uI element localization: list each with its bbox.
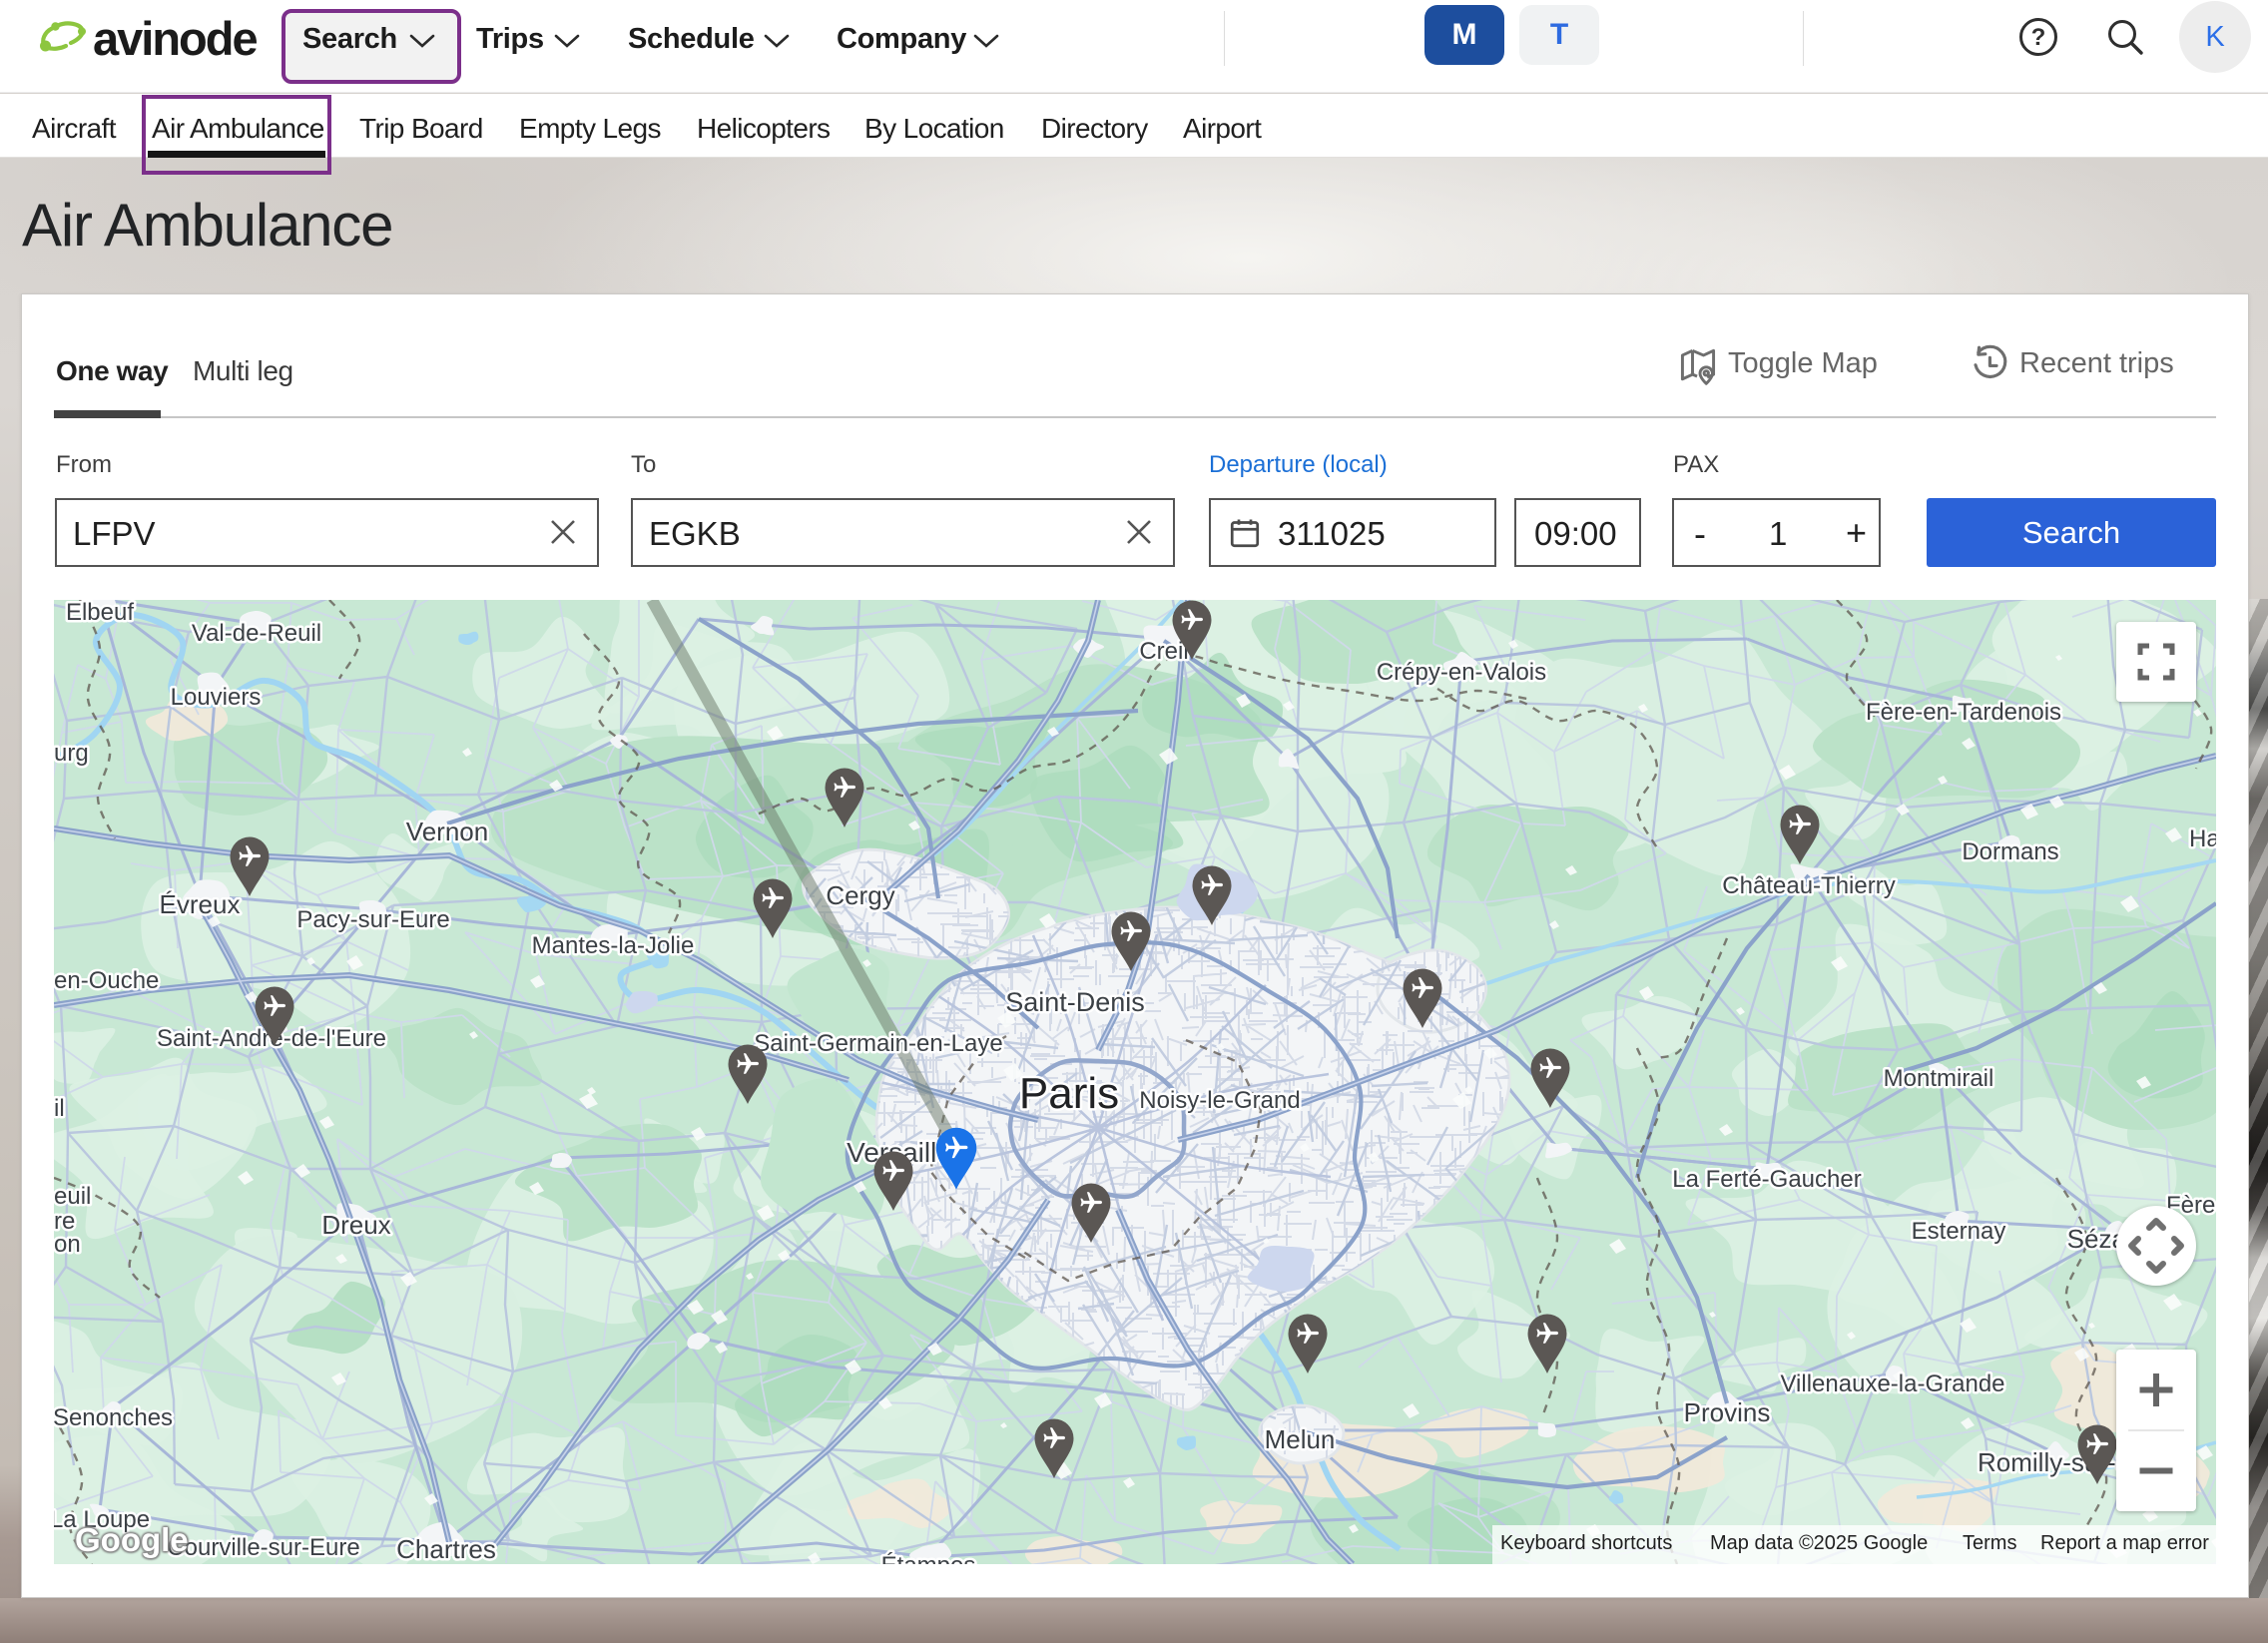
svg-text:Melun: Melun [1265, 1424, 1336, 1454]
svg-text:Dreux: Dreux [321, 1210, 390, 1240]
svg-text:on: on [54, 1231, 81, 1258]
svg-text:Fère-en-Tardenois: Fère-en-Tardenois [1866, 699, 2061, 726]
svg-text:il: il [54, 1095, 65, 1122]
svg-text:Elbeuf: Elbeuf [66, 600, 134, 626]
svg-text:en-Ouche: en-Ouche [54, 967, 159, 994]
svg-text:Montmirail: Montmirail [1884, 1065, 1994, 1092]
svg-text:Saint-Denis: Saint-Denis [1005, 987, 1145, 1017]
svg-text:Louviers: Louviers [171, 684, 262, 711]
svg-text:Noisy-le-Grand: Noisy-le-Grand [1139, 1087, 1300, 1114]
svg-text:Val-de-Reuil: Val-de-Reuil [192, 620, 321, 647]
svg-text:Hau: Hau [2189, 825, 2216, 852]
svg-text:Crépy-en-Valois: Crépy-en-Valois [1377, 659, 1546, 686]
svg-text:Courville-sur-Eure: Courville-sur-Eure [167, 1534, 359, 1561]
svg-text:Senonches: Senonches [54, 1404, 173, 1431]
svg-text:Cergy: Cergy [826, 880, 894, 910]
svg-text:Évreux: Évreux [160, 889, 241, 919]
svg-text:Esternay: Esternay [1912, 1218, 2006, 1245]
svg-text:euil: euil [54, 1183, 91, 1210]
svg-text:Provins: Provins [1684, 1397, 1771, 1427]
svg-text:Étampes: Étampes [881, 1552, 976, 1564]
svg-text:Creil: Creil [1139, 638, 1188, 665]
svg-text:Mantes-la-Jolie: Mantes-la-Jolie [532, 932, 695, 959]
svg-text:Chartres: Chartres [396, 1534, 496, 1564]
svg-text:La Ferté-Gaucher: La Ferté-Gaucher [1672, 1166, 1861, 1193]
svg-text:Villenauxe-la-Grande: Villenauxe-la-Grande [1780, 1370, 2004, 1397]
svg-text:Saint-Germain-en-Laye: Saint-Germain-en-Laye [754, 1030, 1002, 1057]
svg-text:Dormans: Dormans [1962, 838, 2058, 865]
svg-text:Vernon: Vernon [406, 817, 488, 846]
svg-text:urg: urg [54, 740, 89, 767]
svg-text:Château-Thierry: Château-Thierry [1722, 872, 1895, 899]
svg-text:Pacy-sur-Eure: Pacy-sur-Eure [296, 906, 449, 933]
svg-text:Paris: Paris [1019, 1069, 1119, 1118]
